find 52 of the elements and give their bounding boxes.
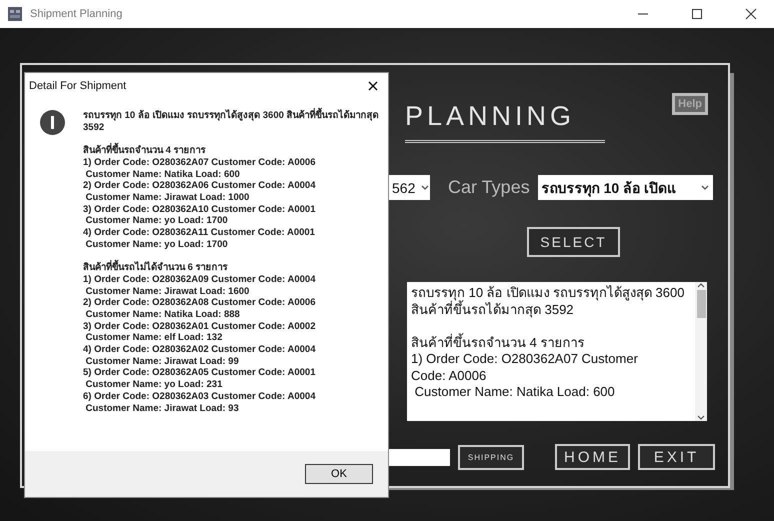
message-line: Customer Name: Jirawat Load: 1600 [84,286,250,298]
order-combo[interactable]: 562 [388,175,430,200]
info-icon [40,110,65,135]
message-line: Customer Name: Jirawat Load: 1000 [84,192,250,204]
home-button[interactable]: HOME [555,444,630,470]
details-line: Customer Name: Natika Load: 600 [414,384,616,400]
details-line: สินค้าที่ขึ้นรถได้มากสุด 3592 [411,302,574,318]
dialog-title: Detail For Shipment [29,80,126,92]
message-line: Customer Name: yo Load: 1700 [84,238,229,250]
message-line: 6) Order Code: O280362A03 Customer Code: A0004 [83,390,316,403]
message-line: 5) Order Code: O280362A05 Customer Code: A0001 [83,367,316,380]
page-heading: PLANNING [405,101,606,143]
message-line: Customer Name: Jirawat Load: 99 [84,356,240,368]
input-field[interactable] [388,448,450,466]
close-icon[interactable] [368,81,378,91]
scroll-down-icon[interactable] [697,413,705,421]
message-line: Customer Name: Natika Load: 600 [84,168,241,180]
details-line: 1) Order Code: O280362A07 Customer [411,351,639,368]
details-line: รถบรรทุก 10 ล้อ เปิดแมง รถบรรทุกได้สูงสุด 3600 [411,285,686,300]
message-line: 2) Order Code: O280362A06 Customer Code: A0004 [83,180,316,192]
shipping-button[interactable]: SHIPPING [458,444,524,470]
message-line: Customer Name: Natika Load: 888 [84,308,241,321]
message-line: สินค้าที่ขึ้นรถไม่ได้จำนวน 6 รายการ [83,262,379,274]
message-line: Customer Name: yo Load: 1700 [84,215,229,228]
message-line: 1) Order Code: O280362A09 Customer Code: A0004 [83,274,316,286]
message-line: 4) Order Code: O280362A02 Customer Code: A0004 [83,344,316,356]
message-line: 4) Order Code: O280362A11 Customer Code: A0001 [83,227,316,239]
scroll-thumb[interactable] [696,290,706,318]
message-line: สินค้าที่ขึ้นรถจำนวน 4 รายการ [83,145,379,157]
details-text-area[interactable]: รถบรรทุก 10 ล้อ เปิดแมง รถบรรทุกได้สูงสุด 3600 สินค้าที่ขึ้นรถได้มากสุด 3592 สินค้าที่ขึ้นรถจำนวน 4 รายการ 1) Order Code: O280362A07 Customer Code: A0006 Customer Name: Natika Load: 600 [407,282,707,421]
ok-button[interactable]: OK [305,464,373,484]
message-line: Customer Name: elf Load: 132 [84,332,224,344]
details-line: สินค้าที่ขึ้นรถจำนวน 4 รายการ [411,334,586,351]
select-button[interactable]: SELECT [527,227,620,257]
scrollbar[interactable] [695,282,707,421]
message-line: 3) Order Code: O280362A10 Customer Code: A0001 [83,204,316,216]
car-types-label: Car Types [448,177,530,198]
caret-icon [421,184,430,190]
scroll-up-icon[interactable] [697,282,705,290]
app-icon [8,7,22,21]
message-line: 3) Order Code: O280362A01 Customer Code: A0002 [83,320,316,332]
details-line: Code: A0006 [411,368,488,384]
message-line: 1) Order Code: O280362A07 Customer Code: A0006 [83,156,316,168]
message-line: Customer Name: yo Load: 231 [84,379,224,391]
message-line: รถบรรทุก 10 ล้อ เปิดแมง รถบรรทุกได้สูงสุด 3600 สินค้าที่ขึ้นรถได้มากสุด [83,110,379,122]
message-line: 2) Order Code: O280362A08 Customer Code: A0006 [83,297,316,309]
window-title: Shipment Planning [30,8,124,20]
caret-icon [700,184,709,190]
message-line: Customer Name: Jirawat Load: 93 [84,402,240,414]
car-type-combo[interactable]: รถบรรทุก 10 ล้อ เปิดแ [538,175,713,200]
exit-button[interactable]: EXIT [638,444,715,470]
message-line: 3592 [83,122,106,134]
